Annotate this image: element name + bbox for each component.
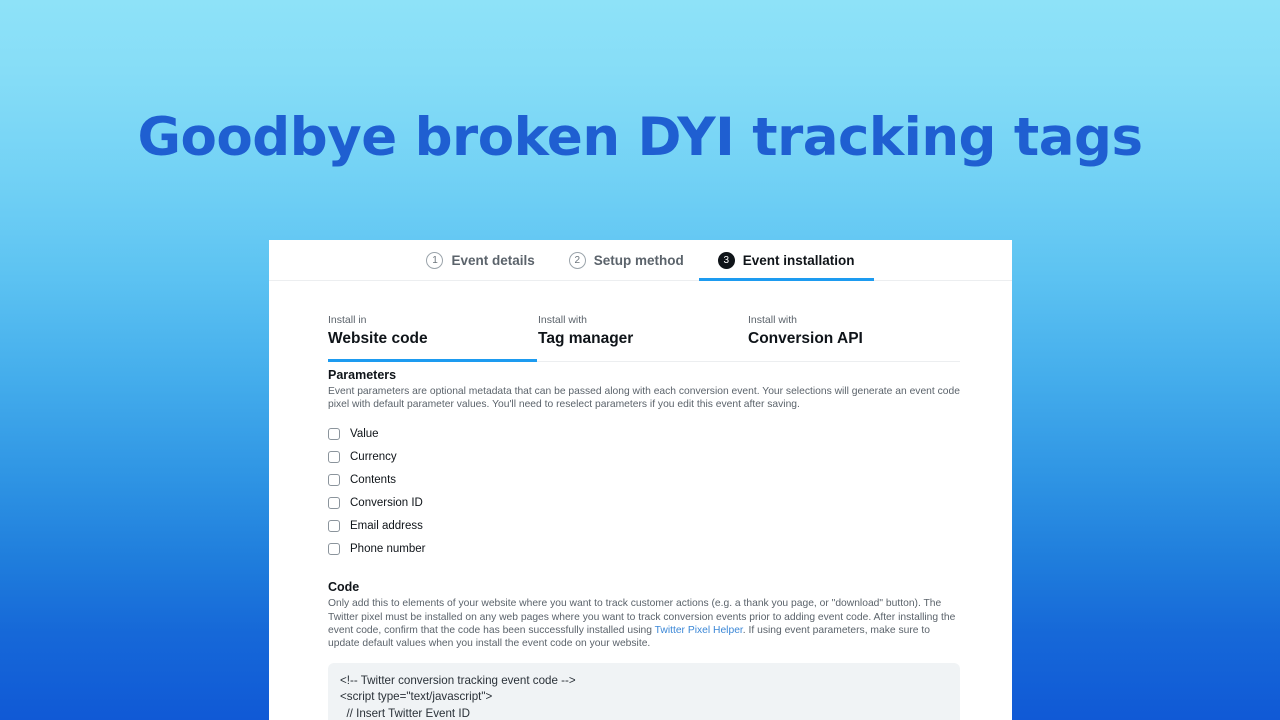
- install-method-tabs: Install in Website code Install with Tag…: [328, 314, 960, 362]
- parameters-description: Event parameters are optional metadata t…: [328, 386, 960, 411]
- install-option-title: Tag manager: [538, 330, 634, 347]
- step-nav: 1 Event details 2 Setup method 3 Event i…: [269, 240, 1012, 281]
- install-active-underline: [328, 359, 537, 362]
- install-option-title: Conversion API: [748, 330, 863, 347]
- code-section: Code Only add this to elements of your w…: [328, 579, 960, 720]
- page-headline: Goodbye broken DYI tracking tags: [137, 107, 1143, 168]
- step-number-badge: 2: [568, 251, 586, 269]
- step-active-underline: [698, 277, 874, 281]
- step-label: Event details: [451, 252, 535, 268]
- parameter-option-email-address[interactable]: Email address: [328, 514, 960, 537]
- checkbox-icon[interactable]: [328, 519, 340, 532]
- parameters-checkbox-list: Value Currency Contents Conversion ID Em: [328, 422, 960, 560]
- install-option-title: Website code: [328, 330, 428, 347]
- checkbox-icon[interactable]: [328, 542, 340, 555]
- code-line: <!-- Twitter conversion tracking event c…: [340, 674, 576, 688]
- step-item-event-details[interactable]: 1 Event details: [424, 240, 536, 281]
- step-number-badge: 3: [717, 251, 735, 269]
- install-option-tag-manager[interactable]: Install with Tag manager: [538, 314, 748, 361]
- install-option-kicker: Install in: [328, 314, 367, 326]
- parameter-option-contents[interactable]: Contents: [328, 468, 960, 491]
- parameter-option-phone-number[interactable]: Phone number: [328, 537, 960, 560]
- parameter-option-value[interactable]: Value: [328, 422, 960, 445]
- step-item-event-installation[interactable]: 3 Event installation: [698, 240, 874, 281]
- code-heading: Code: [328, 580, 360, 595]
- install-option-kicker: Install with: [748, 314, 798, 326]
- parameters-section: Parameters Event parameters are optional…: [328, 367, 960, 560]
- twitter-pixel-helper-link[interactable]: Twitter Pixel Helper: [655, 625, 743, 636]
- card-body: Install in Website code Install with Tag…: [269, 314, 1012, 720]
- parameter-label: Conversion ID: [350, 496, 423, 509]
- parameter-label: Email address: [350, 519, 423, 532]
- code-line: // Insert Twitter Event ID: [340, 706, 470, 720]
- code-snippet-block[interactable]: <!-- Twitter conversion tracking event c…: [328, 663, 960, 720]
- parameter-option-conversion-id[interactable]: Conversion ID: [328, 491, 960, 514]
- step-label: Setup method: [593, 252, 684, 268]
- step-label: Event installation: [742, 252, 855, 268]
- parameter-label: Value: [350, 427, 379, 440]
- install-option-kicker: Install with: [538, 314, 588, 326]
- code-description: Only add this to elements of your websit…: [328, 597, 960, 650]
- checkbox-icon[interactable]: [328, 473, 340, 486]
- checkbox-icon[interactable]: [328, 450, 340, 463]
- checkbox-icon[interactable]: [328, 496, 340, 509]
- code-line: <script type="text/javascript">: [340, 690, 493, 704]
- parameters-heading: Parameters: [328, 368, 397, 382]
- parameter-option-currency[interactable]: Currency: [328, 445, 960, 468]
- step-item-setup-method[interactable]: 2 Setup method: [567, 240, 686, 281]
- event-installation-card: 1 Event details 2 Setup method 3 Event i…: [269, 240, 1012, 720]
- step-number-badge: 1: [426, 251, 444, 269]
- checkbox-icon[interactable]: [328, 427, 340, 440]
- parameter-label: Phone number: [350, 542, 426, 555]
- parameter-label: Contents: [350, 473, 397, 486]
- install-option-conversion-api[interactable]: Install with Conversion API: [748, 314, 958, 361]
- install-option-website-code[interactable]: Install in Website code: [328, 314, 538, 362]
- parameter-label: Currency: [350, 450, 397, 463]
